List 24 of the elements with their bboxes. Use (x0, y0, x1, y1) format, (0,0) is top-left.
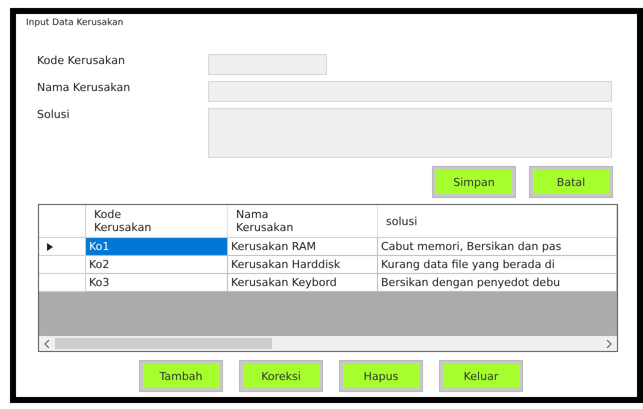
field-label: Nama Kerusakan (37, 81, 132, 94)
input-field[interactable] (208, 54, 327, 75)
table-cell: Kerusakan Harddisk (228, 256, 378, 274)
row-pointer-icon (47, 242, 53, 250)
input-field[interactable] (208, 108, 612, 158)
action-button[interactable]: Tambah (140, 361, 222, 391)
table-cell: Kurang data file yang berada di (378, 256, 617, 274)
input-field[interactable] (208, 81, 612, 102)
scroll-thumb[interactable] (55, 338, 272, 349)
field-label: Solusi (37, 108, 71, 121)
form-button[interactable]: Simpan (433, 167, 515, 197)
table-cell: Ko2 (86, 256, 228, 274)
form-button[interactable]: Batal (530, 167, 612, 197)
table-cell: Kerusakan RAM (228, 238, 378, 256)
window-title: Input Data Kerusakan (25, 17, 124, 30)
column-header[interactable]: solusi (378, 205, 617, 238)
action-button[interactable]: Keluar (440, 361, 522, 391)
column-header[interactable]: Nama Kerusakan (228, 205, 378, 238)
table-cell: Cabut memori, Bersikan dan pas (378, 238, 617, 256)
action-button[interactable]: Koreksi (240, 361, 322, 391)
table-cell: Ko1 (86, 238, 228, 256)
action-button[interactable]: Hapus (340, 361, 422, 391)
field-label: Kode Kerusakan (37, 54, 126, 67)
horizontal-scrollbar[interactable] (39, 336, 617, 351)
